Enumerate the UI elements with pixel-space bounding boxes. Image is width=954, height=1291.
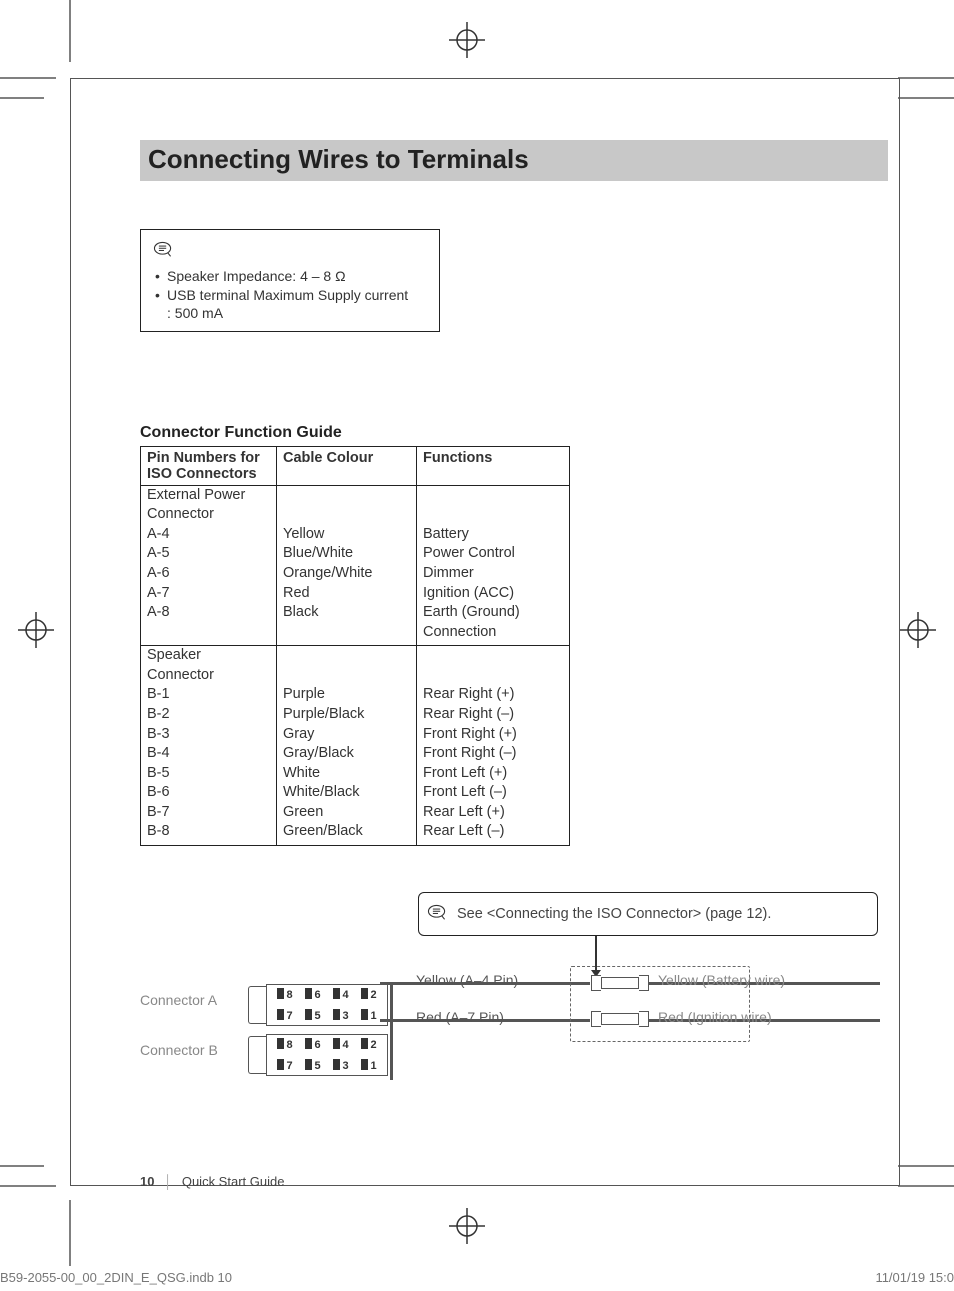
wire-red-label: Red (A–7 Pin) — [416, 1009, 504, 1025]
group-a-label: External Power Connector — [141, 485, 277, 525]
pin-num: 4 — [333, 1038, 348, 1051]
section-title-bar: Connecting Wires to Terminals — [140, 140, 888, 181]
connector-b-plug: 8 6 4 2 7 5 3 1 — [248, 1030, 392, 1080]
pin-num: 1 — [361, 1009, 376, 1022]
connector-a-plug: 8 6 4 2 7 5 3 1 — [248, 980, 392, 1030]
colour: Orange/White — [277, 564, 417, 584]
func: Earth (Ground) Connection — [417, 603, 570, 646]
page: Connecting Wires to Terminals Speaker Im… — [0, 0, 954, 1291]
dest-yellow-label: Yellow (Battery wire) — [658, 972, 785, 988]
note-line-2-sub: : 500 mA — [153, 305, 429, 321]
pin: B-4 — [141, 744, 277, 764]
func: Front Left (+) — [417, 764, 570, 784]
wire-yellow-label: Yellow (A–4 Pin) — [416, 972, 518, 988]
fuse-yellow-icon — [591, 975, 649, 991]
colour: Green — [277, 803, 417, 823]
colour: Green/Black — [277, 822, 417, 845]
func: Ignition (ACC) — [417, 584, 570, 604]
page-number: 10 │ Quick Start Guide — [140, 1174, 284, 1189]
colour: White — [277, 764, 417, 784]
func: Front Right (–) — [417, 744, 570, 764]
note-icon — [153, 240, 429, 261]
colour: Gray — [277, 725, 417, 745]
colour: Purple/Black — [277, 705, 417, 725]
pin: B-3 — [141, 725, 277, 745]
pin-num: 3 — [333, 1059, 348, 1072]
note-line-1: Speaker Impedance: 4 – 8 Ω — [153, 267, 429, 286]
pin: A-8 — [141, 603, 277, 646]
guide-name: Quick Start Guide — [182, 1174, 285, 1189]
connector-b-label: Connector B — [140, 1042, 218, 1058]
pin-num: 7 — [277, 1009, 292, 1022]
pin: B-8 — [141, 822, 277, 845]
pin-num: 1 — [361, 1059, 376, 1072]
pin-num: 5 — [305, 1009, 320, 1022]
pin: B-2 — [141, 705, 277, 725]
pin: B-1 — [141, 685, 277, 705]
th-func: Functions — [417, 446, 570, 485]
colour: Gray/Black — [277, 744, 417, 764]
pin-num: 2 — [361, 1038, 376, 1051]
func: Front Right (+) — [417, 725, 570, 745]
note-icon — [427, 903, 449, 925]
pin-num: 8 — [277, 1038, 292, 1051]
table-title: Connector Function Guide — [140, 424, 888, 442]
pin: B-5 — [141, 764, 277, 784]
dest-red-label: Red (Ignition wire) — [658, 1009, 772, 1025]
th-colour: Cable Colour — [277, 446, 417, 485]
func: Battery — [417, 525, 570, 545]
pin-num: 4 — [333, 988, 348, 1001]
th-pin: Pin Numbers for ISO Connectors — [141, 446, 277, 485]
page-number-value: 10 — [140, 1174, 154, 1189]
section-title: Connecting Wires to Terminals — [148, 144, 880, 175]
func: Rear Right (+) — [417, 685, 570, 705]
registration-mark-top — [449, 22, 485, 58]
note-box: Speaker Impedance: 4 – 8 Ω USB terminal … — [140, 229, 440, 332]
colour: White/Black — [277, 783, 417, 803]
pin-num: 5 — [305, 1059, 320, 1072]
func: Rear Right (–) — [417, 705, 570, 725]
connector-a-label: Connector A — [140, 992, 217, 1008]
footer-filename: B59-2055-00_00_2DIN_E_QSG.indb 10 — [0, 1270, 232, 1285]
registration-mark-right — [900, 612, 936, 648]
colour: Red — [277, 584, 417, 604]
pin: A-7 — [141, 584, 277, 604]
wire-trunk — [390, 982, 393, 1080]
group-b-label: Speaker Connector — [141, 646, 277, 686]
note-line-2: USB terminal Maximum Supply current — [153, 286, 429, 305]
callout-leader — [595, 936, 597, 970]
registration-mark-left — [18, 612, 54, 648]
colour: Yellow — [277, 525, 417, 545]
pin-num: 7 — [277, 1059, 292, 1072]
colour: Purple — [277, 685, 417, 705]
callout-box: See <Connecting the ISO Connector> (page… — [418, 892, 878, 936]
connector-table: Pin Numbers for ISO Connectors Cable Col… — [140, 446, 570, 846]
wiring-diagram: See <Connecting the ISO Connector> (page… — [140, 892, 888, 1092]
callout-text: See <Connecting the ISO Connector> (page… — [457, 906, 771, 922]
func: Dimmer — [417, 564, 570, 584]
pin-num: 3 — [333, 1009, 348, 1022]
pin-num: 6 — [305, 1038, 320, 1051]
registration-mark-bottom — [449, 1208, 485, 1244]
pin-num: 2 — [361, 988, 376, 1001]
footer-date: 11/01/19 15:0 — [875, 1270, 954, 1285]
func: Front Left (–) — [417, 783, 570, 803]
pin: A-4 — [141, 525, 277, 545]
pin-num: 8 — [277, 988, 292, 1001]
content: Connecting Wires to Terminals Speaker Im… — [140, 140, 888, 1092]
colour: Blue/White — [277, 544, 417, 564]
pin: A-5 — [141, 544, 277, 564]
pin-num: 6 — [305, 988, 320, 1001]
pin: A-6 — [141, 564, 277, 584]
pin: B-6 — [141, 783, 277, 803]
func: Rear Left (+) — [417, 803, 570, 823]
pin: B-7 — [141, 803, 277, 823]
func: Power Control — [417, 544, 570, 564]
func: Rear Left (–) — [417, 822, 570, 845]
fuse-red-icon — [591, 1011, 649, 1027]
colour: Black — [277, 603, 417, 646]
